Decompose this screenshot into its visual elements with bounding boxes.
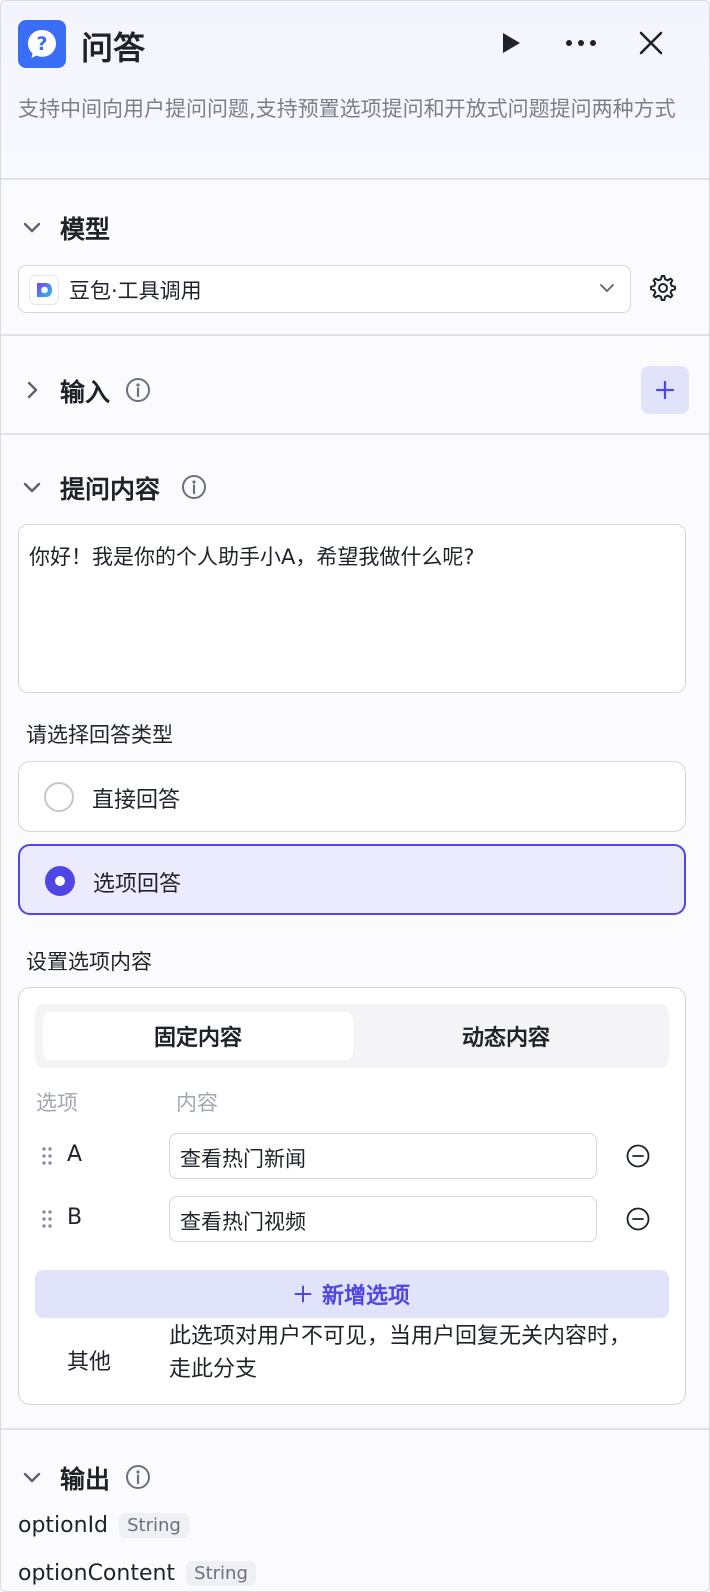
content-type-tabs: 固定内容 动态内容 — [35, 1004, 669, 1068]
svg-text:?: ? — [36, 33, 47, 55]
add-option-label: 新增选项 — [321, 1284, 410, 1309]
chevron-down-icon[interactable] — [21, 1466, 43, 1488]
add-option-button[interactable]: 新增选项 — [35, 1270, 669, 1318]
output-field: optionId String — [18, 1513, 189, 1538]
options-label: 设置选项内容 — [26, 950, 152, 974]
option-key: B — [67, 1205, 83, 1230]
chevron-right-icon[interactable] — [21, 379, 43, 401]
divider — [1, 334, 709, 336]
answer-type-label: 请选择回答类型 — [26, 723, 173, 747]
radio-circle[interactable] — [44, 782, 74, 812]
output-section-title: 输出 — [60, 1465, 111, 1494]
plus-icon — [294, 1285, 312, 1303]
more-icon[interactable] — [563, 25, 599, 61]
node-description: 支持中间向用户提问问题,支持预置选项提问和开放式问题提问两种方式 — [18, 97, 676, 121]
output-field-name: optionId — [18, 1513, 109, 1538]
panel-header: ? 问答 支持中间向用户提问问题,支持预置选项提问和开放式问题提问两种方式 — [1, 1, 709, 177]
drag-handle-icon[interactable] — [40, 1209, 54, 1229]
output-field-name: optionContent — [18, 1561, 176, 1586]
doubao-logo-icon — [29, 275, 59, 305]
info-icon[interactable] — [125, 1464, 151, 1490]
divider — [1, 178, 709, 180]
divider — [1, 433, 709, 435]
question-textarea[interactable]: 你好！我是你的个人助手小A，希望我做什么呢? — [18, 524, 686, 693]
tab-dynamic-content[interactable]: 动态内容 — [351, 1012, 661, 1060]
input-section-title: 输入 — [60, 378, 111, 407]
radio-label: 直接回答 — [92, 788, 181, 813]
column-header-content: 内容 — [176, 1091, 218, 1115]
question-section-title: 提问内容 — [60, 475, 161, 504]
minus-circle-icon[interactable] — [625, 1206, 651, 1232]
output-field: optionContent String — [18, 1561, 256, 1586]
radio-circle-selected[interactable] — [45, 866, 75, 896]
radio-direct-answer[interactable]: 直接回答 — [18, 761, 686, 832]
model-name: 豆包·工具调用 — [69, 279, 202, 303]
options-box: 固定内容 动态内容 选项 内容 A 查看热门新闻 B 查看热门视频 新增选项 其… — [18, 987, 686, 1405]
column-header-option: 选项 — [36, 1091, 78, 1115]
play-icon[interactable] — [493, 25, 529, 61]
model-section-title: 模型 — [60, 215, 111, 244]
option-key: A — [67, 1142, 83, 1167]
drag-handle-icon[interactable] — [40, 1146, 54, 1166]
chevron-down-icon — [600, 284, 614, 292]
chevron-down-icon[interactable] — [21, 476, 43, 498]
question-node-panel: ? 问答 支持中间向用户提问问题,支持预置选项提问和开放式问题提问两种方式 模型… — [0, 0, 710, 1592]
add-input-button[interactable] — [641, 366, 689, 414]
model-select[interactable]: 豆包·工具调用 — [18, 265, 631, 313]
radio-option-answer[interactable]: 选项回答 — [18, 844, 686, 915]
gear-icon[interactable] — [649, 274, 677, 306]
close-icon[interactable] — [633, 25, 669, 61]
output-field-type-badge: String — [119, 1513, 189, 1538]
plus-icon — [655, 380, 675, 400]
question-icon: ? — [18, 20, 66, 68]
info-icon[interactable] — [125, 377, 151, 403]
option-content-input[interactable]: 查看热门视频 — [169, 1196, 597, 1242]
chevron-down-icon[interactable] — [21, 216, 43, 238]
radio-label: 选项回答 — [93, 872, 182, 897]
output-field-type-badge: String — [186, 1561, 256, 1586]
divider — [1, 1428, 709, 1430]
option-content-input[interactable]: 查看热门新闻 — [169, 1133, 597, 1179]
other-option-key: 其他 — [67, 1350, 112, 1375]
other-option-description: 此选项对用户不可见，当用户回复无关内容时，走此分支 — [169, 1324, 632, 1382]
page-title: 问答 — [81, 29, 146, 67]
minus-circle-icon[interactable] — [625, 1143, 651, 1169]
tab-fixed-content[interactable]: 固定内容 — [43, 1012, 353, 1060]
info-icon[interactable] — [181, 474, 207, 500]
